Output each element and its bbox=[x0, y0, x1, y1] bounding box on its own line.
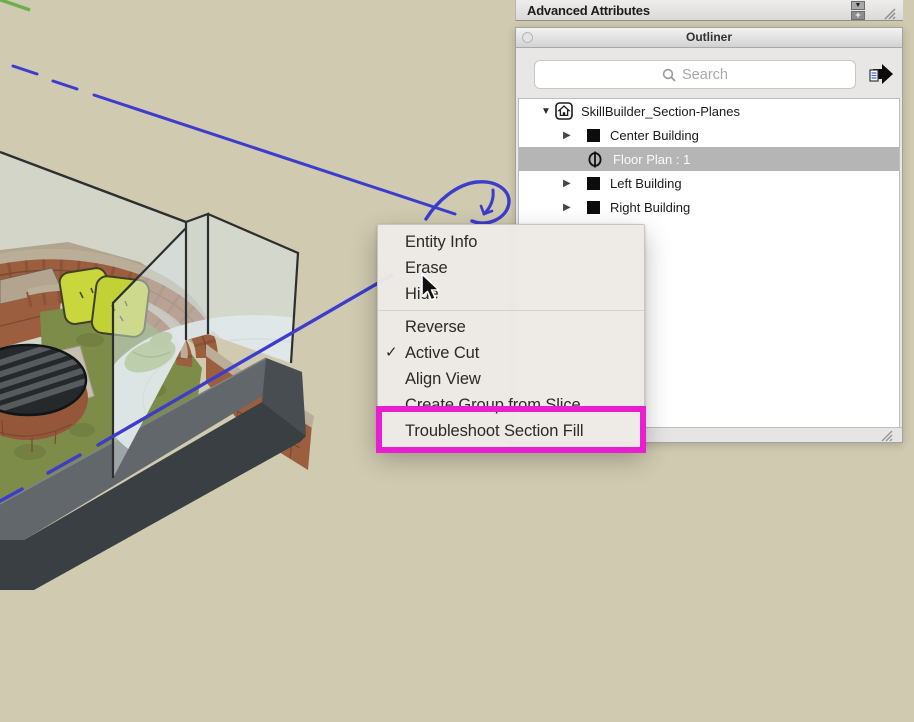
tree-row-left-building[interactable]: ▶ Left Building bbox=[519, 171, 899, 195]
checkmark-icon: ✓ bbox=[385, 344, 398, 361]
menu-item-align-view[interactable]: Align View bbox=[378, 366, 644, 392]
tree-label: Left Building bbox=[610, 175, 682, 191]
tree-row-right-building[interactable]: ▶ Right Building bbox=[519, 195, 899, 219]
tree-row-model[interactable]: ▼ SkillBuilder_Section-Planes bbox=[519, 99, 899, 123]
search-input[interactable]: Search bbox=[534, 60, 856, 89]
section-plane-icon bbox=[587, 151, 603, 168]
expand-attributes-icon[interactable]: ▼ + bbox=[851, 0, 867, 21]
disclosure-right-icon[interactable]: ▶ bbox=[563, 130, 576, 141]
resize-grip-icon[interactable] bbox=[882, 8, 896, 20]
context-menu: Entity Info Erase Hide Reverse ✓ Active … bbox=[377, 224, 645, 448]
group-icon bbox=[587, 176, 600, 190]
scribble-annotation bbox=[424, 180, 511, 225]
details-arrow-button[interactable] bbox=[866, 63, 896, 87]
tree-label: Center Building bbox=[610, 127, 699, 143]
outliner-title: Outliner bbox=[685, 30, 732, 44]
menu-item-active-cut[interactable]: ✓ Active Cut bbox=[378, 340, 644, 366]
disclosure-right-icon[interactable]: ▶ bbox=[563, 202, 576, 213]
disclosure-down-icon[interactable]: ▼ bbox=[541, 106, 555, 117]
search-icon bbox=[662, 68, 676, 82]
advanced-attributes-title: Advanced Attributes bbox=[527, 3, 650, 18]
resize-grip-icon[interactable] bbox=[879, 430, 893, 442]
sketchup-window: Advanced Attributes ▼ + Outliner Search bbox=[0, 0, 914, 722]
menu-item-hide[interactable]: Hide bbox=[378, 281, 644, 307]
menu-item-erase[interactable]: Erase bbox=[378, 255, 644, 281]
group-icon bbox=[587, 128, 600, 142]
menu-item-troubleshoot-section-fill[interactable]: Troubleshoot Section Fill bbox=[378, 418, 644, 444]
tree-label: Right Building bbox=[610, 199, 691, 215]
green-axis-line bbox=[0, 0, 31, 12]
menu-item-reverse[interactable]: Reverse bbox=[378, 314, 644, 340]
model-home-icon bbox=[555, 102, 573, 120]
tree-label: Floor Plan : 1 bbox=[613, 151, 691, 167]
menu-separator bbox=[378, 310, 644, 311]
outliner-header: Outliner bbox=[516, 28, 902, 48]
menu-item-create-group-from-slice[interactable]: Create Group from Slice bbox=[378, 392, 644, 418]
advanced-attributes-panel: Advanced Attributes ▼ + bbox=[515, 0, 903, 21]
tree-row-center-building[interactable]: ▶ Center Building bbox=[519, 123, 899, 147]
search-placeholder: Search bbox=[682, 66, 728, 83]
menu-item-entity-info[interactable]: Entity Info bbox=[378, 229, 644, 255]
group-icon bbox=[587, 200, 600, 214]
panel-collapse-icon[interactable] bbox=[522, 32, 533, 43]
tree-label: SkillBuilder_Section-Planes bbox=[581, 103, 740, 119]
tree-row-floor-plan[interactable]: Floor Plan : 1 bbox=[519, 147, 899, 171]
disclosure-right-icon[interactable]: ▶ bbox=[563, 178, 576, 189]
